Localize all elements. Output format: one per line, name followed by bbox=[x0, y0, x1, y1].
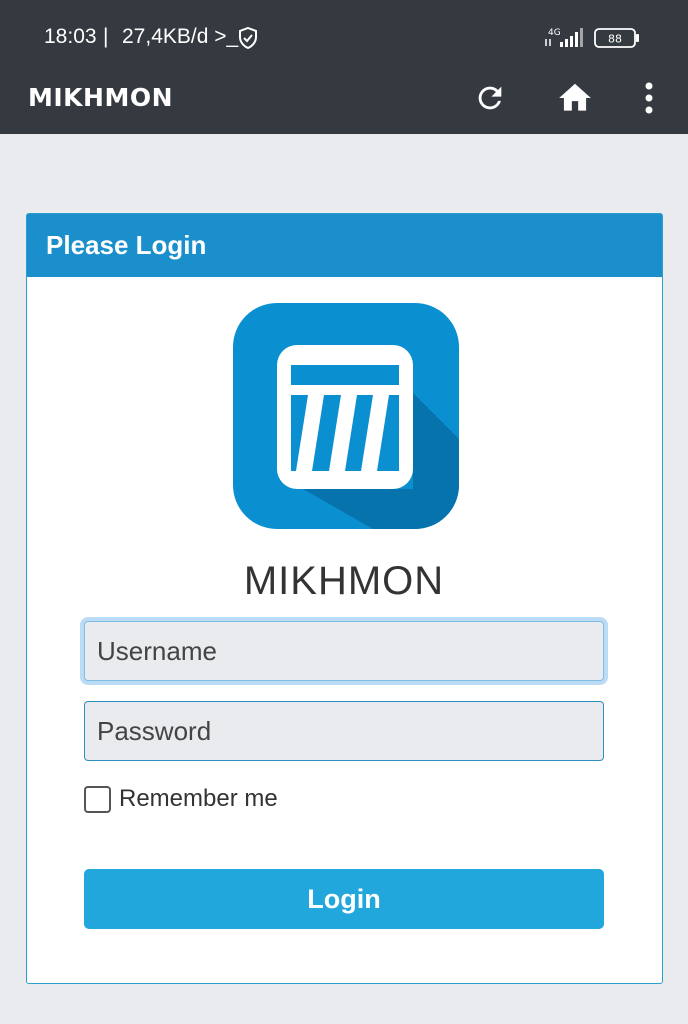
top-bar: 18:03 | 27,4KB/d >_ 4G 88 MIKHMON bbox=[0, 0, 688, 134]
status-bar: 18:03 | 27,4KB/d >_ 4G 88 bbox=[0, 0, 688, 70]
network-speed: 27,4KB/d >_ bbox=[122, 25, 239, 48]
network-type: 4G bbox=[548, 28, 561, 38]
signal-icon: 4G bbox=[545, 28, 583, 47]
more-options-button[interactable] bbox=[629, 78, 669, 118]
refresh-button[interactable] bbox=[470, 78, 510, 118]
battery-icon: 88 bbox=[594, 28, 639, 48]
remember-me-checkbox[interactable] bbox=[84, 785, 111, 813]
remember-me-label: Remember me bbox=[119, 785, 278, 812]
home-icon bbox=[559, 83, 591, 111]
app-title: MIKHMON bbox=[28, 83, 174, 112]
more-vert-icon bbox=[645, 82, 653, 114]
remember-me-row[interactable]: Remember me bbox=[84, 784, 278, 814]
mikhmon-logo-icon bbox=[233, 303, 459, 529]
status-separator: | bbox=[103, 25, 109, 48]
password-input[interactable] bbox=[84, 701, 604, 761]
username-input[interactable] bbox=[84, 621, 604, 681]
home-button[interactable] bbox=[555, 78, 595, 118]
login-card-header: Please Login bbox=[27, 214, 662, 277]
brand-name: MIKHMON bbox=[243, 559, 445, 603]
battery-level: 88 bbox=[608, 33, 622, 46]
status-time: 18:03 bbox=[44, 25, 97, 48]
login-card: Please Login MIKHMON Remember me Login bbox=[26, 213, 663, 984]
login-button[interactable]: Login bbox=[84, 869, 604, 929]
refresh-icon bbox=[478, 86, 502, 110]
shield-icon bbox=[239, 27, 257, 49]
